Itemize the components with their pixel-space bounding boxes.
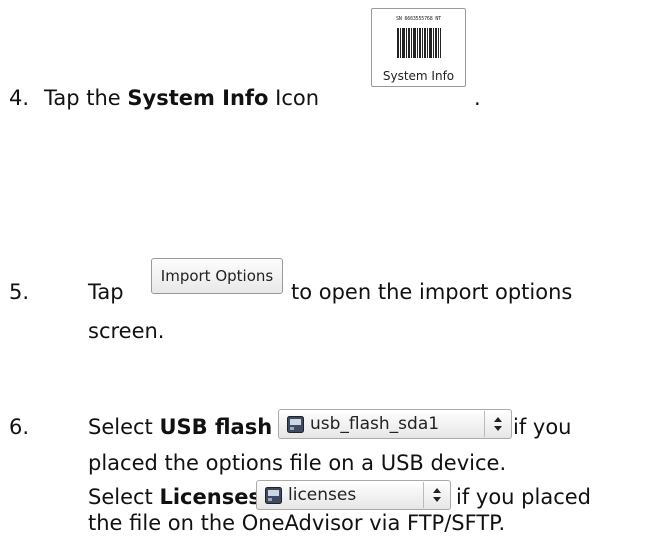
import-options-button[interactable]: Import Options (151, 258, 283, 294)
step-5-tap: Tap (88, 280, 124, 304)
drive-icon (287, 415, 304, 433)
step-6-line-1-suffix: if you (513, 415, 572, 439)
barcode-icon (397, 28, 441, 58)
drive-icon (265, 486, 282, 504)
usb-flash-dropdown-value: usb_flash_sda1 (310, 414, 440, 434)
licenses-dropdown-value: licenses (288, 485, 357, 505)
step-4-text: Tap the System Info Icon (44, 86, 320, 110)
usb-flash-dropdown[interactable]: usb_flash_sda1 (278, 409, 512, 439)
step-6-number: 6. (9, 415, 30, 439)
updown-arrows-icon (485, 410, 511, 438)
step-5-text: to open the import options (291, 280, 573, 304)
system-info-icon[interactable]: SN 6663555768 NT System Info (371, 8, 466, 87)
system-info-caption: System Info (382, 69, 455, 83)
step-6-line-1: Select USB flash (88, 415, 273, 439)
step-5-number: 5. (9, 280, 30, 304)
step-4-period: . (474, 86, 481, 110)
step-4-number: 4. (9, 86, 30, 110)
serial-number-text: SN 6663555768 NT (396, 16, 441, 22)
system-info-label: System Info (127, 86, 269, 110)
usb-flash-label: USB flash (159, 415, 273, 439)
